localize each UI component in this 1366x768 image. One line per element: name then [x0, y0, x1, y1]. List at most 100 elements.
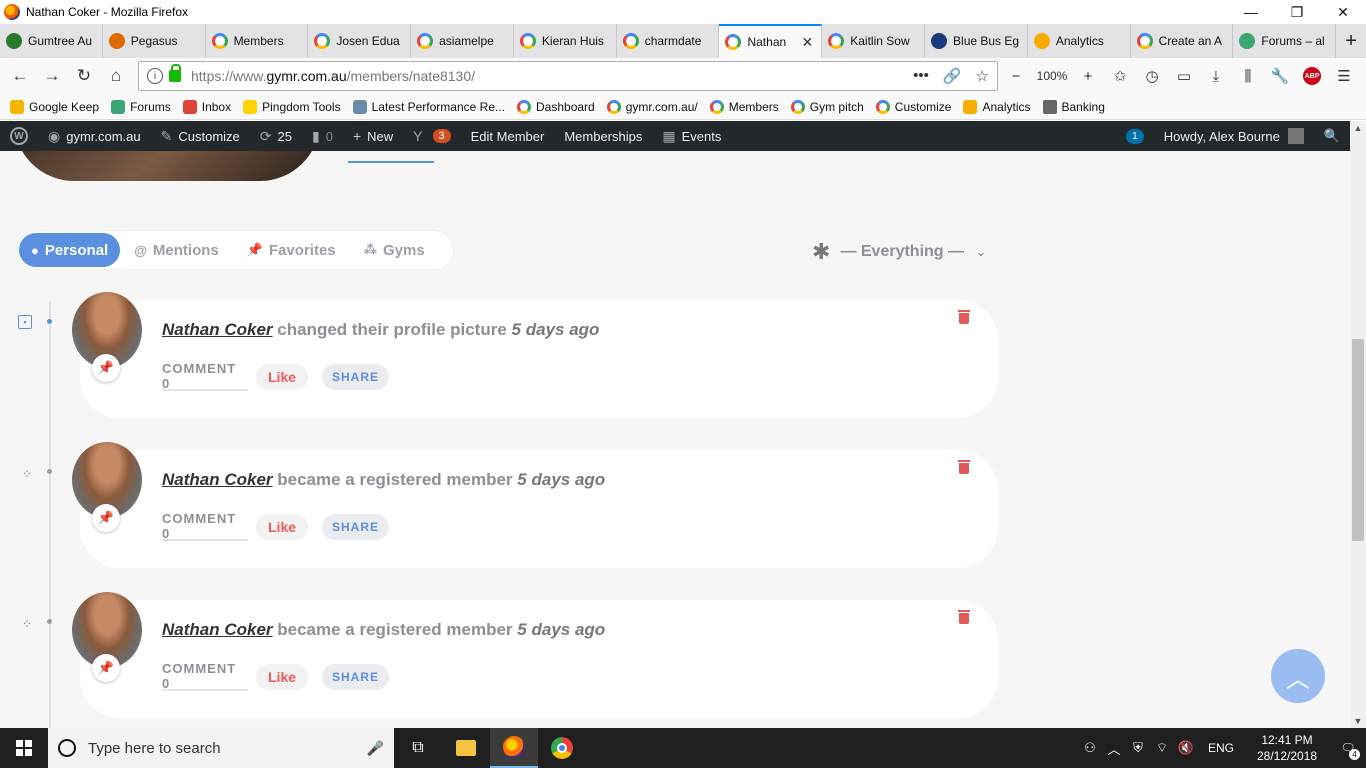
- activity-type-dropdown[interactable]: ✱ — Everything — ⌄: [812, 239, 986, 265]
- browser-tab[interactable]: Blue Bus Eg: [925, 24, 1028, 58]
- pin-icon[interactable]: 📌: [92, 504, 120, 532]
- delete-trash-icon[interactable]: [958, 460, 970, 474]
- zoom-in-button[interactable]: +: [1072, 58, 1104, 94]
- home-button[interactable]: ⌂: [100, 60, 132, 92]
- wp-updates-link[interactable]: ⟳ 25: [250, 121, 302, 151]
- input-language[interactable]: ENG: [1208, 741, 1234, 755]
- scroll-up-arrow-icon[interactable]: ▲: [1350, 121, 1366, 135]
- browser-tab[interactable]: Kieran Huis: [514, 24, 617, 58]
- security-icon[interactable]: ⛨: [1126, 740, 1150, 756]
- bookmark-item[interactable]: Dashboard: [517, 99, 595, 114]
- tab-personal[interactable]: ● Personal: [19, 233, 121, 267]
- bookmark-item[interactable]: gymr.com.au/: [606, 99, 698, 114]
- bookmark-item[interactable]: Banking: [1042, 99, 1105, 114]
- taskbar-search[interactable]: Type here to search 🎤: [48, 728, 394, 768]
- action-center-button[interactable]: 🗨 4: [1330, 728, 1366, 768]
- wp-site-link[interactable]: ◉ gymr.com.au: [38, 121, 151, 151]
- minimize-button[interactable]: —: [1228, 0, 1274, 24]
- zoom-out-button[interactable]: −: [1000, 58, 1032, 94]
- task-view-button[interactable]: ⧉: [394, 728, 442, 768]
- wp-comments-link[interactable]: ▮ 0: [302, 121, 343, 151]
- avatar[interactable]: 📌: [72, 442, 142, 532]
- wifi-icon[interactable]: ⌔: [1150, 740, 1174, 756]
- browser-tab[interactable]: Gumtree Au: [0, 24, 103, 58]
- bookmark-item[interactable]: Pingdom Tools: [243, 99, 341, 114]
- share-button[interactable]: SHARE: [322, 664, 390, 690]
- wp-account-menu[interactable]: Howdy, Alex Bourne: [1154, 121, 1314, 151]
- close-window-button[interactable]: ✕: [1320, 0, 1366, 24]
- tools-icon[interactable]: 🔧: [1264, 58, 1296, 94]
- delete-trash-icon[interactable]: [958, 310, 970, 324]
- wp-notification-badge[interactable]: 1: [1126, 128, 1144, 144]
- wp-new-link[interactable]: + New: [343, 121, 403, 151]
- browser-tab[interactable]: Create an A: [1131, 24, 1234, 58]
- browser-tab[interactable]: Analytics: [1028, 24, 1131, 58]
- avatar[interactable]: 📌: [72, 592, 142, 682]
- wp-yoast-link[interactable]: Y3: [403, 121, 460, 151]
- avatar[interactable]: 📌: [72, 292, 142, 382]
- screenshot-icon[interactable]: ▭: [1168, 58, 1200, 94]
- adblock-button[interactable]: ABP: [1296, 58, 1328, 94]
- bookmark-item[interactable]: Members: [709, 99, 779, 114]
- info-icon[interactable]: i: [147, 68, 163, 84]
- history-icon[interactable]: ◷: [1136, 58, 1168, 94]
- url-text[interactable]: https://www.gymr.com.au/members/nate8130…: [191, 68, 475, 84]
- clock[interactable]: 12:41 PM 28/12/2018: [1252, 732, 1322, 764]
- share-button[interactable]: SHARE: [322, 364, 390, 390]
- back-button[interactable]: ←: [4, 60, 36, 92]
- wp-logo-button[interactable]: W: [0, 121, 38, 151]
- bookmark-item[interactable]: Customize: [875, 99, 951, 114]
- scroll-down-arrow-icon[interactable]: ▼: [1350, 714, 1366, 728]
- pin-icon[interactable]: 📌: [92, 654, 120, 682]
- reload-button[interactable]: ↻: [68, 60, 100, 92]
- wp-memberships-link[interactable]: Memberships: [554, 121, 652, 151]
- browser-tab[interactable]: asiamelpe: [411, 24, 514, 58]
- tab-gyms[interactable]: ⁂ Gyms: [350, 233, 439, 267]
- url-bar[interactable]: i https://www.gymr.com.au/members/nate81…: [138, 61, 998, 91]
- share-button[interactable]: SHARE: [322, 514, 390, 540]
- delete-trash-icon[interactable]: [958, 610, 970, 624]
- browser-tab[interactable]: charmdate: [617, 24, 720, 58]
- new-tab-button[interactable]: +: [1336, 24, 1366, 58]
- start-button[interactable]: [0, 728, 48, 768]
- zoom-level[interactable]: 100%: [1032, 58, 1072, 94]
- volume-muted-icon[interactable]: 🔇: [1174, 740, 1198, 756]
- wp-search-button[interactable]: 🔍: [1314, 121, 1350, 151]
- page-actions-icon[interactable]: •••: [913, 67, 929, 85]
- like-button[interactable]: Like: [256, 364, 309, 390]
- wp-customize-link[interactable]: ✎ Customize: [151, 121, 250, 151]
- member-name-link[interactable]: Nathan Coker: [162, 620, 273, 639]
- file-explorer-button[interactable]: [442, 728, 490, 768]
- tab-favorites[interactable]: 📌 Favorites: [233, 233, 350, 267]
- library-icon[interactable]: ⫼: [1232, 58, 1264, 94]
- restore-button[interactable]: ❐: [1274, 0, 1320, 24]
- member-name-link[interactable]: Nathan Coker: [162, 320, 273, 339]
- pocket-icon[interactable]: ✩: [1104, 58, 1136, 94]
- menu-button[interactable]: ☰: [1328, 58, 1360, 94]
- wp-edit-member-link[interactable]: Edit Member: [461, 121, 555, 151]
- browser-tab[interactable]: Pegasus: [103, 24, 206, 58]
- browser-tab[interactable]: Members: [206, 24, 309, 58]
- comment-button[interactable]: COMMENT 0: [162, 661, 248, 691]
- bookmark-item[interactable]: Google Keep: [10, 99, 99, 114]
- show-hidden-icons-icon[interactable]: ︿: [1102, 739, 1126, 758]
- tab-mentions[interactable]: @ Mentions: [120, 233, 233, 267]
- bookmark-item[interactable]: Latest Performance Re...: [352, 99, 505, 114]
- bookmark-star-icon[interactable]: ☆: [976, 67, 989, 85]
- scroll-to-top-button[interactable]: ︿: [1271, 649, 1325, 703]
- link-icon[interactable]: 🔗: [943, 67, 962, 85]
- microphone-icon[interactable]: 🎤: [367, 740, 384, 757]
- pin-icon[interactable]: 📌: [92, 354, 120, 382]
- comment-button[interactable]: COMMENT 0: [162, 361, 248, 391]
- page-scrollbar[interactable]: ▲ ▼: [1350, 121, 1366, 728]
- like-button[interactable]: Like: [256, 664, 309, 690]
- bookmark-item[interactable]: Inbox: [182, 99, 231, 114]
- bookmark-item[interactable]: Analytics: [963, 99, 1031, 114]
- browser-tab[interactable]: Josen Edua: [308, 24, 412, 58]
- chrome-taskbar-button[interactable]: [538, 728, 586, 768]
- member-name-link[interactable]: Nathan Coker: [162, 470, 273, 489]
- like-button[interactable]: Like: [256, 514, 309, 540]
- browser-tab[interactable]: Nathan ✕: [719, 24, 823, 58]
- forward-button[interactable]: →: [36, 60, 68, 92]
- bookmark-item[interactable]: Gym pitch: [790, 99, 864, 114]
